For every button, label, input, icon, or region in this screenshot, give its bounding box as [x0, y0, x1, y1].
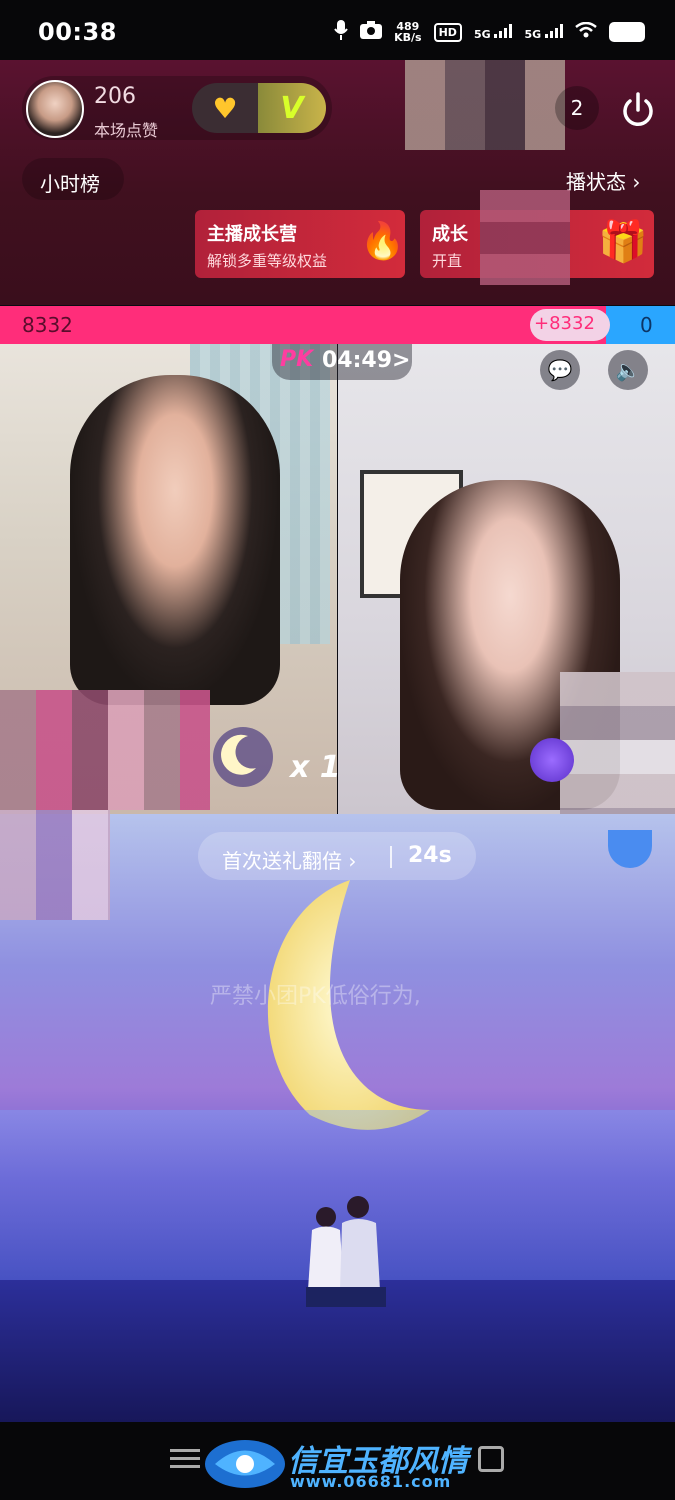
- likes-label: 本场点赞: [94, 121, 159, 140]
- promo-subtitle: 解锁多重等级权益: [207, 252, 328, 270]
- gift-multiplier: x 1: [290, 750, 341, 785]
- censored-mosaic-5: [0, 810, 110, 920]
- status-icons: 489 KB/s HD 5G 5G: [334, 20, 645, 44]
- chevron-right-icon: >: [392, 348, 411, 373]
- watermark-url: www.06681.com: [290, 1472, 452, 1491]
- speaker-icon: 🔈: [615, 358, 641, 382]
- wifi-icon: [575, 21, 597, 42]
- signal-icon-2: 5G: [524, 23, 563, 41]
- censored-mosaic: [405, 60, 565, 150]
- safety-notice: 严禁小团PK低俗行为,: [210, 984, 421, 1009]
- comment-icon: 💬: [547, 358, 573, 382]
- network-speed: 489 KB/s: [394, 21, 421, 43]
- vip-button[interactable]: V: [258, 83, 326, 133]
- volume-button[interactable]: 🔈: [608, 350, 648, 390]
- pk-score-right: 0: [640, 313, 653, 337]
- pk-score-bonus: +8332: [534, 313, 595, 334]
- pk-countdown-value: 04:49: [322, 348, 393, 373]
- status-time: 00:38: [38, 18, 117, 46]
- pk-score-left: 8332: [22, 313, 73, 337]
- viewer-count[interactable]: 2: [555, 86, 599, 130]
- comment-toggle-button[interactable]: 💬: [540, 350, 580, 390]
- signal-label-1: 5G: [473, 27, 491, 41]
- host-avatar[interactable]: [26, 80, 84, 138]
- signal-icon: 5G: [473, 23, 513, 41]
- likes-count: 206: [94, 84, 136, 109]
- hourly-rank-label: 小时榜: [40, 172, 100, 196]
- menu-icon[interactable]: [170, 1448, 200, 1470]
- pk-countdown: 04:49>: [322, 348, 410, 373]
- host-figure: [70, 375, 280, 705]
- hd-icon: HD: [433, 22, 462, 42]
- promo2-title: 成长: [432, 224, 468, 245]
- battery-icon: [609, 22, 645, 42]
- pk-logo: PK: [280, 347, 314, 372]
- signal-label-2: 5G: [524, 27, 542, 41]
- first-gift-countdown: 24s: [408, 843, 452, 868]
- promo2-subtitle: 开直: [432, 252, 463, 270]
- first-gift-double-label: 首次送礼翻倍 ›: [222, 849, 357, 873]
- censored-mosaic-2: [480, 190, 570, 285]
- power-icon: [623, 92, 653, 126]
- fan-club-button[interactable]: ♥: [192, 83, 258, 133]
- censored-mosaic-3: [0, 690, 210, 810]
- camera-icon: [360, 21, 383, 43]
- power-button[interactable]: [616, 88, 660, 132]
- network-speed-unit: KB/s: [394, 31, 422, 44]
- microphone-icon: [334, 20, 348, 44]
- heart-icon: ♥: [212, 91, 238, 125]
- promo-title: 主播成长营: [207, 224, 297, 245]
- couple-silhouette: [296, 1195, 396, 1310]
- moon-gift-badge[interactable]: [210, 724, 276, 790]
- broadcast-status-link[interactable]: 播状态 ›: [566, 166, 640, 195]
- fire-icon: 🔥: [360, 221, 405, 262]
- vip-label: V: [280, 90, 304, 126]
- gift-box-icon: 🎁: [598, 219, 648, 265]
- banner-divider: [390, 846, 392, 868]
- gem-icon[interactable]: [530, 738, 574, 782]
